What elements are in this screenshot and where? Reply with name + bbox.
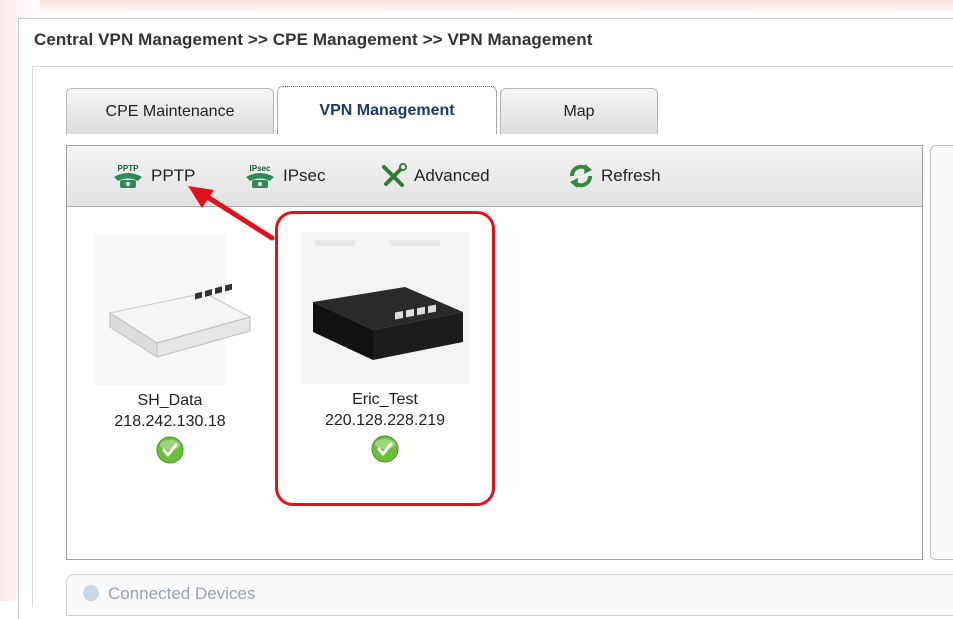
tab-label: Map [563,102,595,120]
devices-icon [80,584,102,607]
refresh-button[interactable]: Refresh [567,163,661,189]
side-panel-edge [930,145,953,560]
tab-vpn-management[interactable]: VPN Management [277,86,497,134]
breadcrumb: Central VPN Management >> CPE Management… [34,30,593,49]
tab-cpe-maintenance[interactable]: CPE Maintenance [66,88,274,134]
device-name: SH_Data [137,392,203,409]
refresh-label: Refresh [601,166,661,185]
ipsec-icon-text: IPsec [250,164,271,173]
advanced-button[interactable]: Advanced [380,163,490,189]
pptp-icon-text: PPTP [118,164,140,173]
tab-label: CPE Maintenance [105,102,235,120]
advanced-label: Advanced [414,166,490,185]
check-icon [156,436,184,464]
connected-devices-title[interactable]: Connected Devices [108,584,255,604]
router-image [95,235,252,385]
refresh-icon [567,163,595,189]
device-ip: 218.242.130.18 [114,413,226,430]
tab-label: VPN Management [319,101,455,119]
ipsec-label: IPsec [283,166,326,185]
tab-map[interactable]: Map [500,88,658,134]
selected-device-highlight [275,211,495,506]
pptp-phone-icon: PPTP [111,163,145,189]
window-shadow-top [0,0,953,14]
device-card-sh-data[interactable]: SH_Data 218.242.130.18 [70,235,270,469]
tools-icon [380,163,408,189]
